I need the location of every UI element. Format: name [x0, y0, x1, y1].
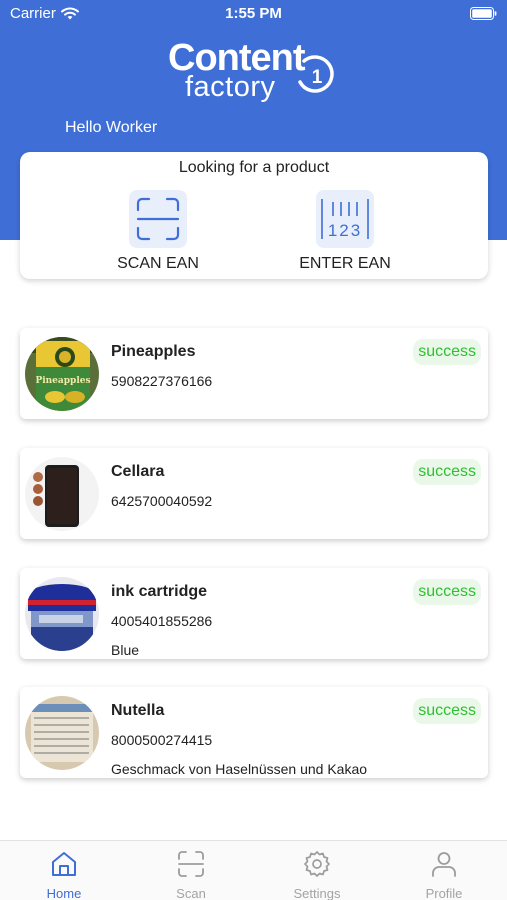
product-ean: 8000500274415 [111, 732, 213, 748]
product-name: Cellara [111, 463, 165, 480]
tab-home[interactable]: Home [9, 841, 119, 900]
product-description: Geschmack von Haselnüssen und Kakao [111, 761, 368, 777]
barcode-digits: 123 [328, 221, 362, 240]
product-card-ink-cartridge[interactable]: ink cartridge 4005401855286 Blue success [20, 568, 488, 659]
product-ean: 6425700040592 [111, 493, 213, 509]
product-thumbnail [25, 577, 99, 651]
thumb-label: Pineapples [35, 376, 90, 386]
product-thumbnail: Pineapples [25, 337, 99, 411]
ink-jar-image [25, 577, 99, 651]
enter-ean-button[interactable]: 123 ENTER EAN [280, 190, 410, 273]
product-name: Pineapples [111, 343, 196, 360]
status-bar: Carrier 1:55 PM [0, 0, 507, 28]
home-icon [52, 852, 76, 876]
scan-icon-tile [129, 190, 187, 248]
status-badge: success [413, 339, 481, 365]
phone-photo-image [25, 457, 99, 531]
bottom-tab-bar: Home Scan Settings Profile [0, 840, 507, 900]
status-badge: success [413, 698, 481, 724]
tab-profile[interactable]: Profile [389, 841, 499, 900]
nutrition-label-image [25, 696, 99, 770]
scan-ean-label: SCAN EAN [117, 255, 199, 272]
status-badge: success [413, 459, 481, 485]
logo-badge-icon: 1 [298, 55, 334, 93]
product-ean: 5908227376166 [111, 373, 213, 389]
gear-icon [304, 851, 330, 877]
product-thumbnail [25, 457, 99, 531]
clock: 1:55 PM [225, 5, 282, 22]
status-badge: success [413, 579, 481, 605]
pineapple-can-image: Pineapples [25, 337, 99, 411]
product-name: Nutella [111, 702, 165, 719]
product-ean: 4005401855286 [111, 613, 213, 629]
product-description: Blue [111, 642, 140, 658]
product-name: ink cartridge [111, 583, 208, 600]
battery-icon [470, 7, 497, 20]
product-card-pineapples[interactable]: Pineapples Pineapples 5908227376166 succ… [20, 328, 488, 419]
product-search-card: Looking for a product SCAN EAN 123 ENTER… [20, 152, 488, 279]
logo-word-factory: factory [185, 71, 276, 103]
product-thumbnail [25, 696, 99, 770]
tab-settings[interactable]: Settings [262, 841, 372, 900]
tab-scan-label: Scan [176, 886, 206, 900]
product-card-cellara[interactable]: Cellara 6425700040592 success [20, 448, 488, 539]
search-card-title: Looking for a product [178, 159, 330, 176]
scan-ean-button[interactable]: SCAN EAN [93, 190, 223, 273]
tab-settings-label: Settings [293, 886, 341, 900]
person-icon [432, 852, 456, 877]
scan-icon [178, 851, 204, 877]
app-logo: Content factory 1 [168, 38, 343, 106]
tab-scan[interactable]: Scan [136, 841, 246, 900]
scan-frame-icon [136, 197, 180, 241]
greeting-text: Hello Worker [65, 119, 158, 136]
logo-badge-number: 1 [312, 67, 323, 88]
enter-ean-label: ENTER EAN [299, 255, 391, 272]
tab-profile-label: Profile [425, 886, 463, 900]
tab-home-label: Home [46, 886, 82, 900]
barcode-icon: 123 [321, 199, 369, 240]
enter-icon-tile: 123 [316, 190, 374, 248]
product-card-nutella[interactable]: Nutella 8000500274415 Geschmack von Hase… [20, 687, 488, 778]
